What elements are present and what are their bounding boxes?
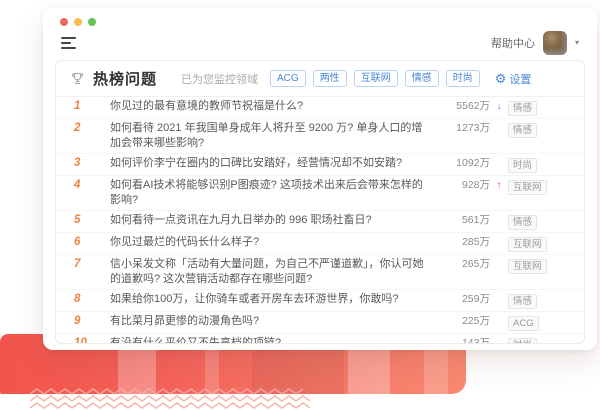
- hot-list: 1 你见过的最有意境的教师节祝福是什么? 5562万 ↓ 情感 2 如何看待 2…: [56, 97, 584, 344]
- question-title[interactable]: 有比菜月昴更惨的动漫角色吗?: [110, 314, 438, 329]
- category-badge: 情感: [508, 123, 537, 138]
- trophy-icon: [70, 71, 85, 86]
- rank-number: 3: [70, 156, 110, 171]
- traffic-lights: [43, 8, 597, 30]
- rank-number: 8: [70, 292, 110, 307]
- list-item[interactable]: 10 有没有什么平价又不失高档的项链? 143万 时尚: [56, 334, 584, 344]
- view-count: 285万: [438, 235, 490, 250]
- view-count: 143万: [438, 336, 490, 344]
- topbar: 帮助中心 ▾: [43, 30, 597, 60]
- list-item[interactable]: 4 如何看AI技术将能够识别P图痕迹? 这项技术出来后会带来怎样的影响? 928…: [56, 176, 584, 211]
- view-count: 225万: [438, 314, 490, 329]
- rank-number: 7: [70, 257, 110, 272]
- minimize-window-button[interactable]: [74, 18, 82, 26]
- domain-tag[interactable]: ACG: [270, 70, 306, 87]
- question-title[interactable]: 如何看待 2021 年我国单身成年人将升至 9200 万? 单身人口的增加会带来…: [110, 121, 438, 151]
- maximize-window-button[interactable]: [88, 18, 96, 26]
- rank-number: 6: [70, 235, 110, 250]
- view-count: 259万: [438, 292, 490, 307]
- rank-number: 4: [70, 178, 110, 193]
- question-title[interactable]: 如何看待一点资讯在九月九日举办的 996 职场社畜日?: [110, 213, 438, 228]
- list-item[interactable]: 9 有比菜月昴更惨的动漫角色吗? 225万 ACG: [56, 312, 584, 334]
- domain-tag[interactable]: 时尚: [446, 70, 480, 87]
- settings-button[interactable]: ⚙ 设置: [495, 71, 532, 87]
- category-badge: 互联网: [508, 259, 547, 274]
- category-badge: ACG: [508, 316, 539, 331]
- list-item[interactable]: 8 如果给你100万，让你骑车或者开房车去环游世界，你敢吗? 259万 情感: [56, 290, 584, 312]
- question-title[interactable]: 如何评价李宁在圈内的口碑比安踏好，经营情况却不如安踏?: [110, 156, 438, 171]
- category-badge: 互联网: [508, 237, 547, 252]
- domain-tag[interactable]: 两性: [313, 70, 347, 87]
- category-badge: 情感: [508, 101, 537, 116]
- rank-number: 2: [70, 121, 110, 136]
- avatar[interactable]: [543, 31, 567, 55]
- list-item[interactable]: 5 如何看待一点资讯在九月九日举办的 996 职场社畜日? 561万 情感: [56, 211, 584, 233]
- rank-number: 10: [70, 336, 110, 344]
- settings-label: 设置: [509, 71, 531, 87]
- list-item[interactable]: 1 你见过的最有意境的教师节祝福是什么? 5562万 ↓ 情感: [56, 97, 584, 119]
- question-title[interactable]: 如何看AI技术将能够识别P图痕迹? 这项技术出来后会带来怎样的影响?: [110, 178, 438, 208]
- domain-tags: ACG 两性互联网情感时尚: [270, 70, 487, 87]
- hot-list-panel: 热榜问题 已为您监控领域 ACG两性互联网情感时尚 ⚙ 设置 1 你见过的最有意…: [55, 60, 585, 344]
- panel-header: 热榜问题 已为您监控领域 ACG 两性互联网情感时尚 ⚙ 设置: [56, 61, 584, 97]
- view-count: 5562万: [438, 99, 490, 114]
- gear-icon: ⚙: [495, 72, 507, 85]
- close-window-button[interactable]: [60, 18, 68, 26]
- list-item[interactable]: 3 如何评价李宁在圈内的口碑比安踏好，经营情况却不如安踏? 1092万 时尚: [56, 154, 584, 176]
- view-count: 265万: [438, 257, 490, 272]
- help-center-link[interactable]: 帮助中心: [491, 35, 535, 51]
- view-count: 928万: [438, 178, 490, 193]
- list-item[interactable]: 7 信小呆发文称「活动有大量问题，为自己不严谨道歉」，你认可她的道歉吗? 这次营…: [56, 255, 584, 290]
- page-title: 热榜问题: [93, 68, 157, 89]
- category-badge: 时尚: [508, 338, 537, 344]
- question-title[interactable]: 有没有什么平价又不失高档的项链?: [110, 336, 438, 344]
- menu-icon[interactable]: [61, 37, 76, 49]
- decor-zigzag-pattern: [30, 388, 310, 410]
- rank-number: 1: [70, 99, 110, 114]
- rank-number: 5: [70, 213, 110, 228]
- question-title[interactable]: 你见过的最有意境的教师节祝福是什么?: [110, 99, 438, 114]
- list-item[interactable]: 2 如何看待 2021 年我国单身成年人将升至 9200 万? 单身人口的增加会…: [56, 119, 584, 154]
- question-title[interactable]: 如果给你100万，让你骑车或者开房车去环游世界，你敢吗?: [110, 292, 438, 307]
- question-title[interactable]: 你见过最烂的代码长什么样子?: [110, 235, 438, 250]
- view-count: 1092万: [438, 156, 490, 171]
- category-badge: 互联网: [508, 180, 547, 195]
- question-title[interactable]: 信小呆发文称「活动有大量问题，为自己不严谨道歉」，你认可她的道歉吗? 这次营销活…: [110, 257, 438, 287]
- app-window: 帮助中心 ▾ 热榜问题 已为您监控领域 ACG两性互联网情感时尚 ⚙ 设置: [43, 8, 597, 350]
- list-item[interactable]: 6 你见过最烂的代码长什么样子? 285万 互联网: [56, 233, 584, 255]
- category-badge: 时尚: [508, 158, 537, 173]
- category-badge: 情感: [508, 294, 537, 309]
- trend-icon: ↑: [490, 178, 508, 193]
- chevron-down-icon[interactable]: ▾: [575, 39, 579, 47]
- domain-tag[interactable]: 情感: [405, 70, 439, 87]
- trend-icon: ↓: [490, 99, 508, 114]
- view-count: 561万: [438, 213, 490, 228]
- monitored-domains-label: 已为您监控领域: [181, 71, 258, 87]
- category-badge: 情感: [508, 215, 537, 230]
- domain-tag[interactable]: 互联网: [354, 70, 398, 87]
- view-count: 1273万: [438, 121, 490, 136]
- rank-number: 9: [70, 314, 110, 329]
